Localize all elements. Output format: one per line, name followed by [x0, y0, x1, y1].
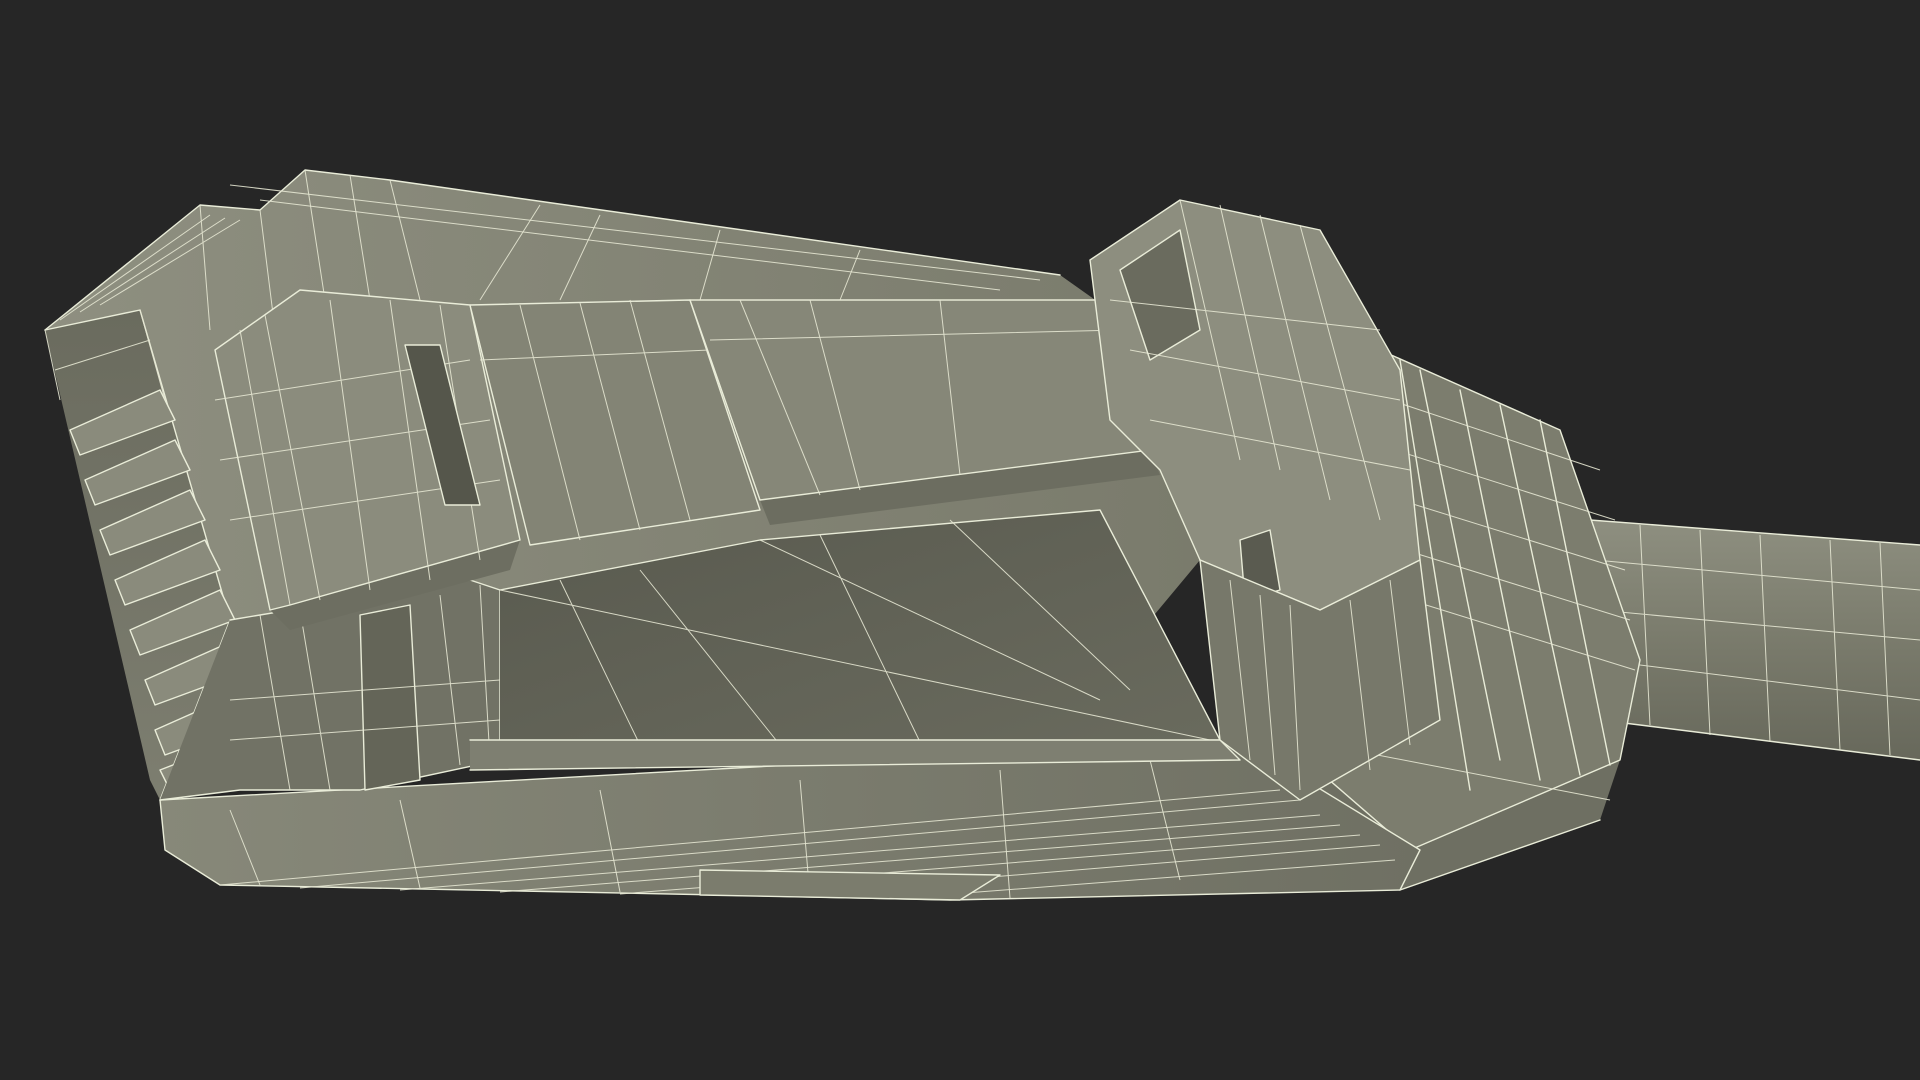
- 3d-viewport[interactable]: [0, 0, 1920, 1080]
- rj45-plug-model: [44, 169, 1920, 901]
- cable: [1589, 519, 1920, 761]
